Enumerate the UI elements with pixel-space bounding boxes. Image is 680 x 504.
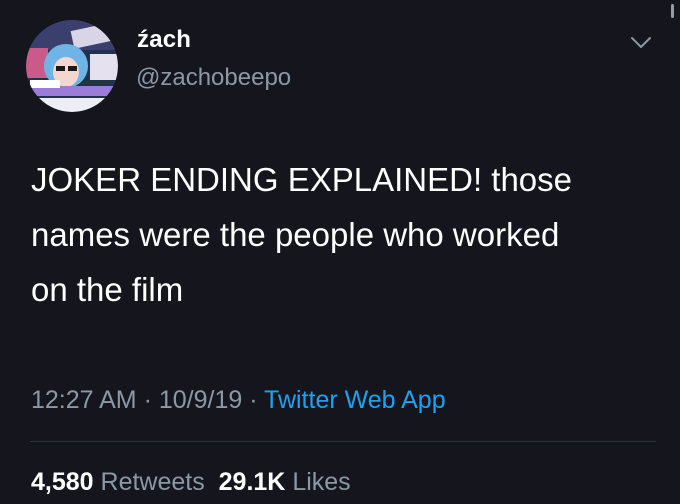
retweets-stat[interactable]: 4,580 Retweets [31, 468, 205, 496]
retweets-label: Retweets [100, 468, 205, 496]
avatar[interactable] [26, 20, 118, 112]
scrollbar[interactable] [671, 4, 674, 18]
likes-label: Likes [292, 468, 351, 496]
meta-separator: · [242, 386, 265, 414]
tweet-source-link[interactable]: Twitter Web App [264, 386, 446, 414]
tweet-text: JOKER ENDING EXPLAINED! those names were… [31, 161, 573, 308]
likes-stat[interactable]: 29.1K Likes [219, 468, 351, 496]
meta-separator: · [136, 386, 159, 414]
tweet-card: źach @zachobeepo JOKER ENDING EXPLAINED!… [0, 0, 680, 504]
tweet-stats: 4,580 Retweets 29.1K Likes [31, 468, 351, 497]
retweets-count: 4,580 [31, 468, 94, 496]
user-handle[interactable]: @zachobeepo [136, 64, 291, 92]
chevron-down-icon[interactable] [630, 36, 652, 50]
tweet-date[interactable]: 10/9/19 [159, 386, 242, 414]
tweet-time[interactable]: 12:27 AM [31, 386, 137, 414]
display-name[interactable]: źach [137, 26, 191, 54]
likes-count: 29.1K [218, 468, 286, 496]
tweet-meta: 12:27 AM · 10/9/19 · Twitter Web App [31, 386, 446, 415]
avatar-image [26, 20, 118, 112]
divider [30, 441, 656, 442]
